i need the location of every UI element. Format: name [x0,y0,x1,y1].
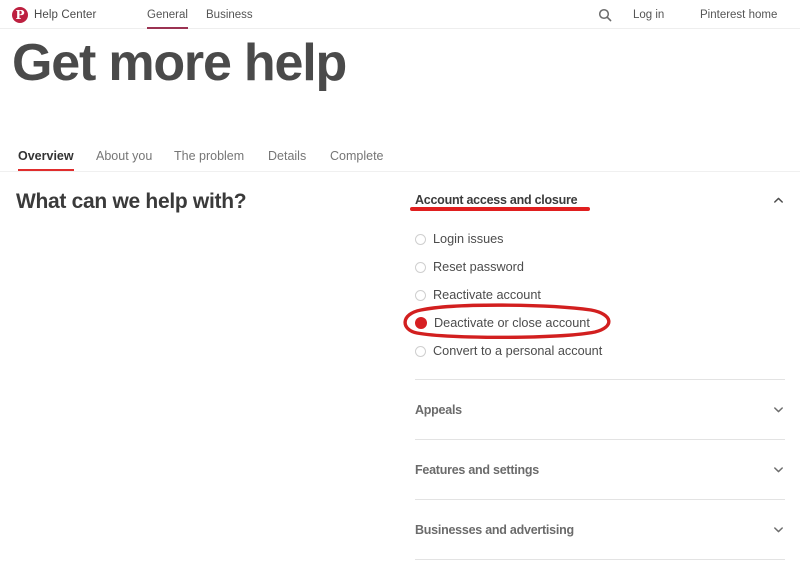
accordion-title: Businesses and advertising [415,522,574,537]
tab-details[interactable]: Details [268,141,306,171]
brand-label: Help Center [34,8,97,21]
search-icon[interactable] [598,8,612,22]
section-heading: What can we help with? [16,190,247,213]
tab-the-problem[interactable]: The problem [174,141,244,171]
pinterest-home-link[interactable]: Pinterest home [700,0,777,29]
radio-button-selected[interactable] [415,317,427,329]
nav-tab-business-label: Business [206,8,253,21]
accordion-header-features-and-settings[interactable]: Features and settings [415,440,785,499]
nav-tab-active-underline [147,26,188,29]
login-link[interactable]: Log in [633,0,664,29]
radio-option-convert-to-a-personal-account[interactable]: Convert to a personal account [415,337,785,365]
nav-tab-business[interactable]: Business [206,0,253,29]
radio-option-reactivate-account[interactable]: Reactivate account [415,281,785,309]
accordion-section-appeals: Appeals [415,380,785,439]
accordion-header-account-access-and-closure[interactable]: Account access and closure [415,186,785,214]
accordion-section-account-access-and-closure: Account access and closure Login issues … [415,186,785,365]
nav-tab-general[interactable]: General [147,0,188,29]
tab-complete[interactable]: Complete [330,141,384,171]
radio-option-label: Reset password [433,260,524,274]
accordion-title: Appeals [415,402,462,417]
step-tab-bar: Overview About you The problem Details C… [0,141,800,172]
login-label: Log in [633,8,665,21]
pinterest-home-label: Pinterest home [700,8,778,21]
top-navigation-bar: P Help Center General Business Log in Pi… [0,0,800,29]
help-topics-accordion: Account access and closure Login issues … [415,186,785,560]
radio-option-label: Deactivate or close account [434,316,590,330]
radio-option-login-issues[interactable]: Login issues [415,225,785,253]
accordion-header-appeals[interactable]: Appeals [415,380,785,439]
radio-option-label: Reactivate account [433,288,541,302]
radio-option-label: Login issues [433,232,504,246]
chevron-down-icon[interactable] [772,523,785,536]
nav-tab-general-label: General [147,8,188,21]
brand-home-link[interactable]: P Help Center [12,0,96,29]
radio-option-deactivate-or-close-account[interactable]: Deactivate or close account [415,309,785,337]
pinterest-logo-icon: P [12,6,28,23]
accordion-section-features-and-settings: Features and settings [415,440,785,499]
tab-the-problem-label: The problem [174,149,245,163]
chevron-down-icon[interactable] [772,403,785,416]
tab-about-you[interactable]: About you [96,141,152,171]
radio-button[interactable] [415,289,426,301]
page-title: Get more help [12,34,347,92]
accordion-title: Features and settings [415,462,539,477]
tab-overview-label: Overview [18,149,74,163]
radio-option-reset-password[interactable]: Reset password [415,253,785,281]
tab-overview[interactable]: Overview [18,141,74,171]
tab-complete-label: Complete [330,149,384,163]
radio-button[interactable] [415,233,426,245]
chevron-up-icon[interactable] [772,194,785,207]
radio-button[interactable] [415,261,426,273]
radio-group-account-access-and-closure: Login issues Reset password Reactivate a… [415,214,785,365]
radio-button[interactable] [415,345,426,357]
accordion-header-businesses-and-advertising[interactable]: Businesses and advertising [415,500,785,559]
tab-about-you-label: About you [96,149,153,163]
section-divider [415,559,785,560]
radio-option-label: Convert to a personal account [433,344,603,358]
accordion-section-businesses-and-advertising: Businesses and advertising [415,500,785,559]
chevron-down-icon[interactable] [772,463,785,476]
tab-active-underline [18,168,74,171]
tab-details-label: Details [268,149,307,163]
accordion-title: Account access and closure [415,193,578,207]
